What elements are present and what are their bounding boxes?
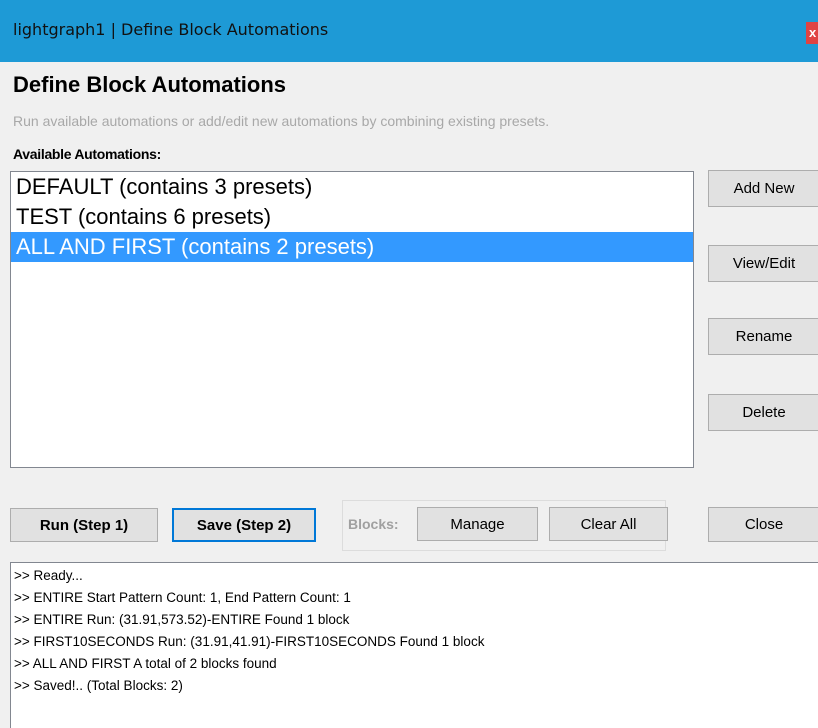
automation-item-all-and-first[interactable]: ALL AND FIRST (contains 2 presets) xyxy=(11,232,693,262)
clear-all-button[interactable]: Clear All xyxy=(549,507,668,541)
delete-button[interactable]: Delete xyxy=(708,394,818,431)
close-button[interactable]: Close xyxy=(708,507,818,542)
log-output[interactable]: >> Ready... >> ENTIRE Start Pattern Coun… xyxy=(10,562,818,728)
close-window-button[interactable]: x xyxy=(806,22,818,44)
automation-item-test[interactable]: TEST (contains 6 presets) xyxy=(11,202,693,232)
page-title: Define Block Automations xyxy=(13,72,286,97)
log-line: >> Saved!.. (Total Blocks: 2) xyxy=(14,678,183,693)
automations-listbox[interactable]: DEFAULT (contains 3 presets) TEST (conta… xyxy=(10,171,694,468)
blocks-label: Blocks: xyxy=(348,516,399,532)
run-step1-button[interactable]: Run (Step 1) xyxy=(10,508,158,542)
window-title: lightgraph1 | Define Block Automations xyxy=(13,20,329,39)
title-bar: lightgraph1 | Define Block Automations x xyxy=(0,0,818,62)
save-step2-button[interactable]: Save (Step 2) xyxy=(172,508,316,542)
manage-blocks-button[interactable]: Manage xyxy=(417,507,538,541)
log-line: >> ALL AND FIRST A total of 2 blocks fou… xyxy=(14,656,277,671)
automation-item-default[interactable]: DEFAULT (contains 3 presets) xyxy=(11,172,693,202)
automations-list-label: Available Automations: xyxy=(13,146,161,162)
add-new-button[interactable]: Add New xyxy=(708,170,818,207)
view-edit-button[interactable]: View/Edit xyxy=(708,245,818,282)
log-line: >> ENTIRE Run: (31.91,573.52)-ENTIRE Fou… xyxy=(14,612,350,627)
log-line: >> Ready... xyxy=(14,568,83,583)
log-line: >> ENTIRE Start Pattern Count: 1, End Pa… xyxy=(14,590,351,605)
log-line: >> FIRST10SECONDS Run: (31.91,41.91)-FIR… xyxy=(14,634,485,649)
page-subtitle: Run available automations or add/edit ne… xyxy=(13,113,550,129)
rename-button[interactable]: Rename xyxy=(708,318,818,355)
